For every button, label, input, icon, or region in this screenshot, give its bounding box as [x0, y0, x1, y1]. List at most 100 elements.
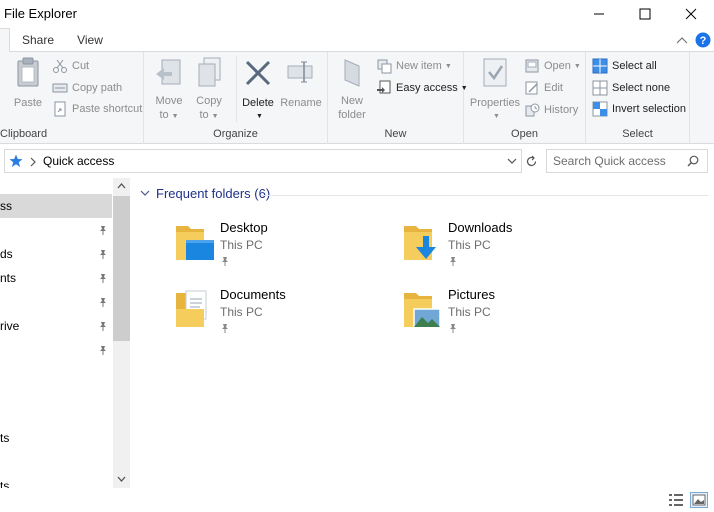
easy-access-button[interactable]: Easy access ▼ [376, 78, 468, 98]
nav-item-pictures[interactable] [0, 290, 112, 314]
folder-tile-downloads[interactable]: Downloads This PC [402, 220, 622, 276]
new-folder-label-line1: New [340, 95, 363, 107]
cut-button[interactable]: Cut [52, 56, 89, 76]
nav-scrollbar-thumb[interactable] [113, 196, 130, 341]
large-icons-view-button[interactable] [690, 492, 708, 508]
pin-icon [222, 324, 228, 333]
nav-item-onedrive[interactable]: rive [0, 314, 112, 338]
search-input[interactable] [553, 153, 683, 169]
copy-to-label-line1: Copy [196, 95, 222, 107]
tab-home[interactable] [0, 28, 10, 53]
folder-tile-documents[interactable]: Documents This PC [174, 287, 394, 343]
new-item-caret-icon: ▼ [444, 62, 452, 70]
details-view-icon [669, 494, 683, 506]
organize-group: Move to ▼ Copy to ▼ Delete ▼ Rename Orga… [144, 52, 328, 144]
nav-scrollbar[interactable] [113, 178, 130, 488]
folder-tile-desktop[interactable]: Desktop This PC [174, 220, 394, 276]
properties-label: Properties [469, 97, 521, 109]
copy-path-icon [52, 83, 68, 93]
move-to-icon [156, 59, 181, 85]
delete-button[interactable]: Delete ▼ [240, 56, 276, 124]
new-item-icon [377, 59, 392, 74]
folder-name: Downloads [448, 220, 513, 235]
organize-group-label: Organize [213, 128, 258, 140]
breadcrumb-chevron-icon[interactable] [29, 157, 37, 167]
rename-button[interactable]: Rename [278, 56, 324, 110]
navigation-pane: ss ds nts rive ts ts [0, 178, 130, 488]
cut-label: Cut [72, 60, 90, 72]
edit-button[interactable]: Edit [524, 78, 563, 98]
copy-path-label: Copy path [72, 82, 123, 94]
new-group: New folder New item ▼ Easy access ▼ New [328, 52, 468, 144]
open-button[interactable]: Open ▼ [524, 56, 581, 76]
open-caret-icon: ▼ [573, 62, 581, 70]
open-label: Open [544, 60, 571, 72]
close-button[interactable] [668, 0, 714, 28]
rename-icon [287, 61, 313, 83]
pin-icon [450, 257, 456, 266]
search-icon[interactable] [687, 155, 699, 167]
properties-button[interactable]: Properties ▼ [468, 56, 522, 124]
collapse-ribbon-button[interactable] [672, 28, 692, 52]
move-to-button[interactable]: Move to ▼ [150, 56, 188, 124]
tab-share[interactable]: Share [10, 28, 66, 52]
address-history-chevron-down-icon[interactable] [507, 158, 517, 165]
nav-item-quick-access[interactable]: ss [0, 194, 112, 218]
invert-selection-button[interactable]: Invert selection [592, 99, 686, 119]
quick-access-star-icon [9, 154, 23, 167]
folder-name: Pictures [448, 287, 495, 302]
select-none-button[interactable]: Select none [592, 78, 670, 98]
group-divider [262, 195, 708, 196]
title-bar: File Explorer [0, 0, 714, 28]
help-button[interactable]: ? [694, 28, 712, 52]
copy-to-button[interactable]: Copy to ▼ [190, 56, 228, 124]
select-all-button[interactable]: Select all [592, 56, 657, 76]
pin-icon [100, 250, 106, 259]
nav-item-downloads[interactable]: ds [0, 242, 112, 266]
refresh-button[interactable] [522, 149, 540, 173]
nav-item-partial-2[interactable]: ts [0, 474, 112, 488]
nav-item-label: ts [0, 431, 10, 445]
maximize-button[interactable] [622, 0, 668, 28]
minimize-button[interactable] [576, 0, 622, 28]
downloads-folder-icon [404, 226, 436, 260]
details-view-button[interactable] [668, 492, 684, 508]
breadcrumb-quick-access[interactable]: Quick access [43, 154, 114, 168]
paste-button[interactable]: Paste [8, 56, 48, 110]
address-bar[interactable]: Quick access [4, 149, 522, 173]
search-box[interactable] [546, 149, 708, 173]
nav-item-pinned[interactable] [0, 338, 112, 362]
history-button[interactable]: History [524, 100, 578, 120]
scroll-down-icon[interactable] [117, 476, 126, 482]
chevron-up-icon [676, 37, 688, 44]
folder-name: Desktop [220, 220, 268, 235]
nav-item-label: ss [0, 199, 12, 213]
nav-item-partial-1[interactable]: ts [0, 426, 112, 450]
new-folder-icon [344, 59, 360, 87]
copy-to-icon [198, 57, 221, 87]
folder-location: This PC [448, 305, 491, 319]
organize-separator [236, 56, 237, 122]
new-folder-label-line2: folder [338, 109, 366, 121]
move-to-label-line2: to [159, 109, 169, 121]
paste-shortcut-button[interactable]: Paste shortcut [52, 99, 142, 119]
move-to-label-line1: Move [155, 95, 183, 107]
paste-shortcut-icon [54, 101, 66, 117]
frequent-folders-header[interactable]: Frequent folders (6) [140, 186, 270, 201]
refresh-icon [526, 155, 536, 166]
folder-tile-pictures[interactable]: Pictures This PC [402, 287, 622, 343]
close-icon [685, 8, 697, 20]
nav-item-desktop[interactable] [0, 218, 112, 242]
properties-caret-icon: ▼ [493, 113, 500, 120]
open-group-label: Open [511, 128, 538, 140]
nav-item-documents[interactable]: nts [0, 266, 112, 290]
copy-path-button[interactable]: Copy path [52, 78, 122, 98]
documents-folder-icon [176, 290, 207, 327]
new-folder-button[interactable]: New folder [334, 56, 370, 122]
open-group: Properties ▼ Open ▼ Edit History Open [464, 52, 586, 144]
scissors-icon [53, 59, 67, 73]
new-item-button[interactable]: New item ▼ [376, 56, 452, 76]
tab-view[interactable]: View [66, 28, 114, 52]
scroll-up-icon[interactable] [117, 183, 126, 189]
select-all-label: Select all [612, 60, 657, 72]
